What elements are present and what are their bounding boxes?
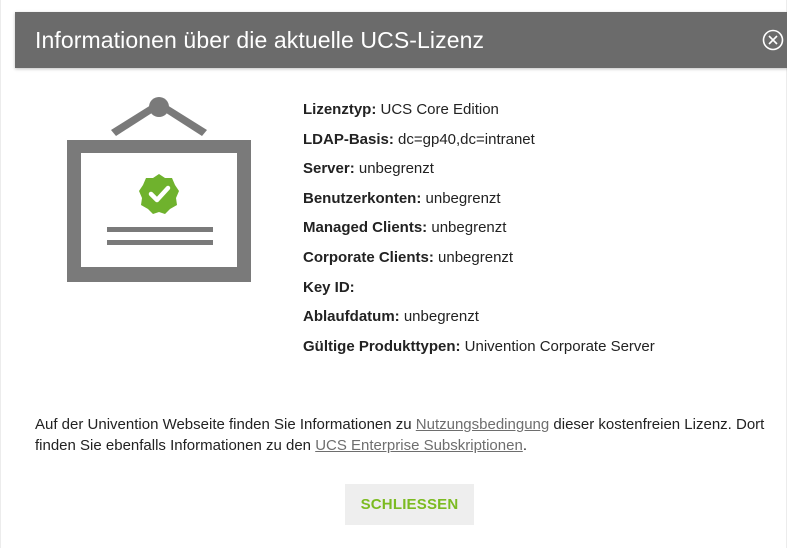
license-row-type: Lizenztyp: UCS Core Edition	[303, 95, 655, 125]
row-value: Univention Corporate Server	[464, 337, 655, 355]
license-notice-text: Auf der Univention Webseite finden Sie I…	[35, 414, 780, 456]
row-value: UCS Core Edition	[380, 101, 499, 118]
row-value: unbegrenzt	[358, 160, 434, 178]
license-info-dialog: Informationen über die aktuelle UCS-Lize…	[0, 0, 787, 548]
license-details: Lizenztyp: UCS Core Edition LDAP-Basis: …	[303, 95, 655, 361]
license-row-server: Server: unbegrenzt	[303, 154, 655, 184]
license-row-expiry-date: Ablaufdatum: unbegrenzt	[303, 302, 655, 332]
dialog-title: Informationen über die aktuelle UCS-Lize…	[35, 27, 485, 53]
close-icon[interactable]	[760, 27, 786, 53]
close-button[interactable]: SCHLIESSEN	[345, 484, 474, 525]
row-value: unbegrenzt	[425, 189, 501, 207]
dialog-titlebar: Informationen über die aktuelle UCS-Lize…	[15, 12, 787, 68]
license-row-product-types: Gültige Produkttypen: Univention Corpora…	[303, 332, 655, 362]
certificate-checkmark-icon	[67, 96, 251, 282]
license-row-ldap-base: LDAP-Basis: dc=gp40,dc=intranet	[303, 125, 655, 155]
row-label: Corporate Clients:	[303, 248, 434, 266]
row-value: unbegrenzt	[431, 219, 507, 237]
row-label: Gültige Produkttypen:	[303, 337, 461, 355]
license-row-corporate-clients: Corporate Clients: unbegrenzt	[303, 243, 655, 273]
row-value: unbegrenzt	[438, 248, 514, 266]
row-label: Ablaufdatum:	[303, 308, 400, 326]
row-label: Key ID:	[303, 278, 355, 296]
terms-of-use-link[interactable]: Nutzungsbedingung	[416, 416, 549, 433]
row-label: Managed Clients:	[303, 219, 428, 237]
row-label: Benutzerkonten:	[303, 189, 422, 207]
notice-text-part: .	[522, 437, 527, 454]
license-row-key-id: Key ID:	[303, 273, 655, 303]
license-row-managed-clients: Managed Clients: unbegrenzt	[303, 213, 655, 243]
row-label: LDAP-Basis:	[303, 130, 394, 148]
row-value: unbegrenzt	[403, 308, 479, 326]
row-label: Server:	[303, 160, 355, 178]
license-row-user-accounts: Benutzerkonten: unbegrenzt	[303, 184, 655, 214]
row-label: Lizenztyp:	[303, 101, 377, 118]
notice-text-part: Auf der Univention Webseite finden Sie I…	[35, 416, 416, 433]
row-value: dc=gp40,dc=intranet	[398, 130, 535, 148]
enterprise-subscriptions-link[interactable]: UCS Enterprise Subskriptionen	[315, 437, 523, 454]
